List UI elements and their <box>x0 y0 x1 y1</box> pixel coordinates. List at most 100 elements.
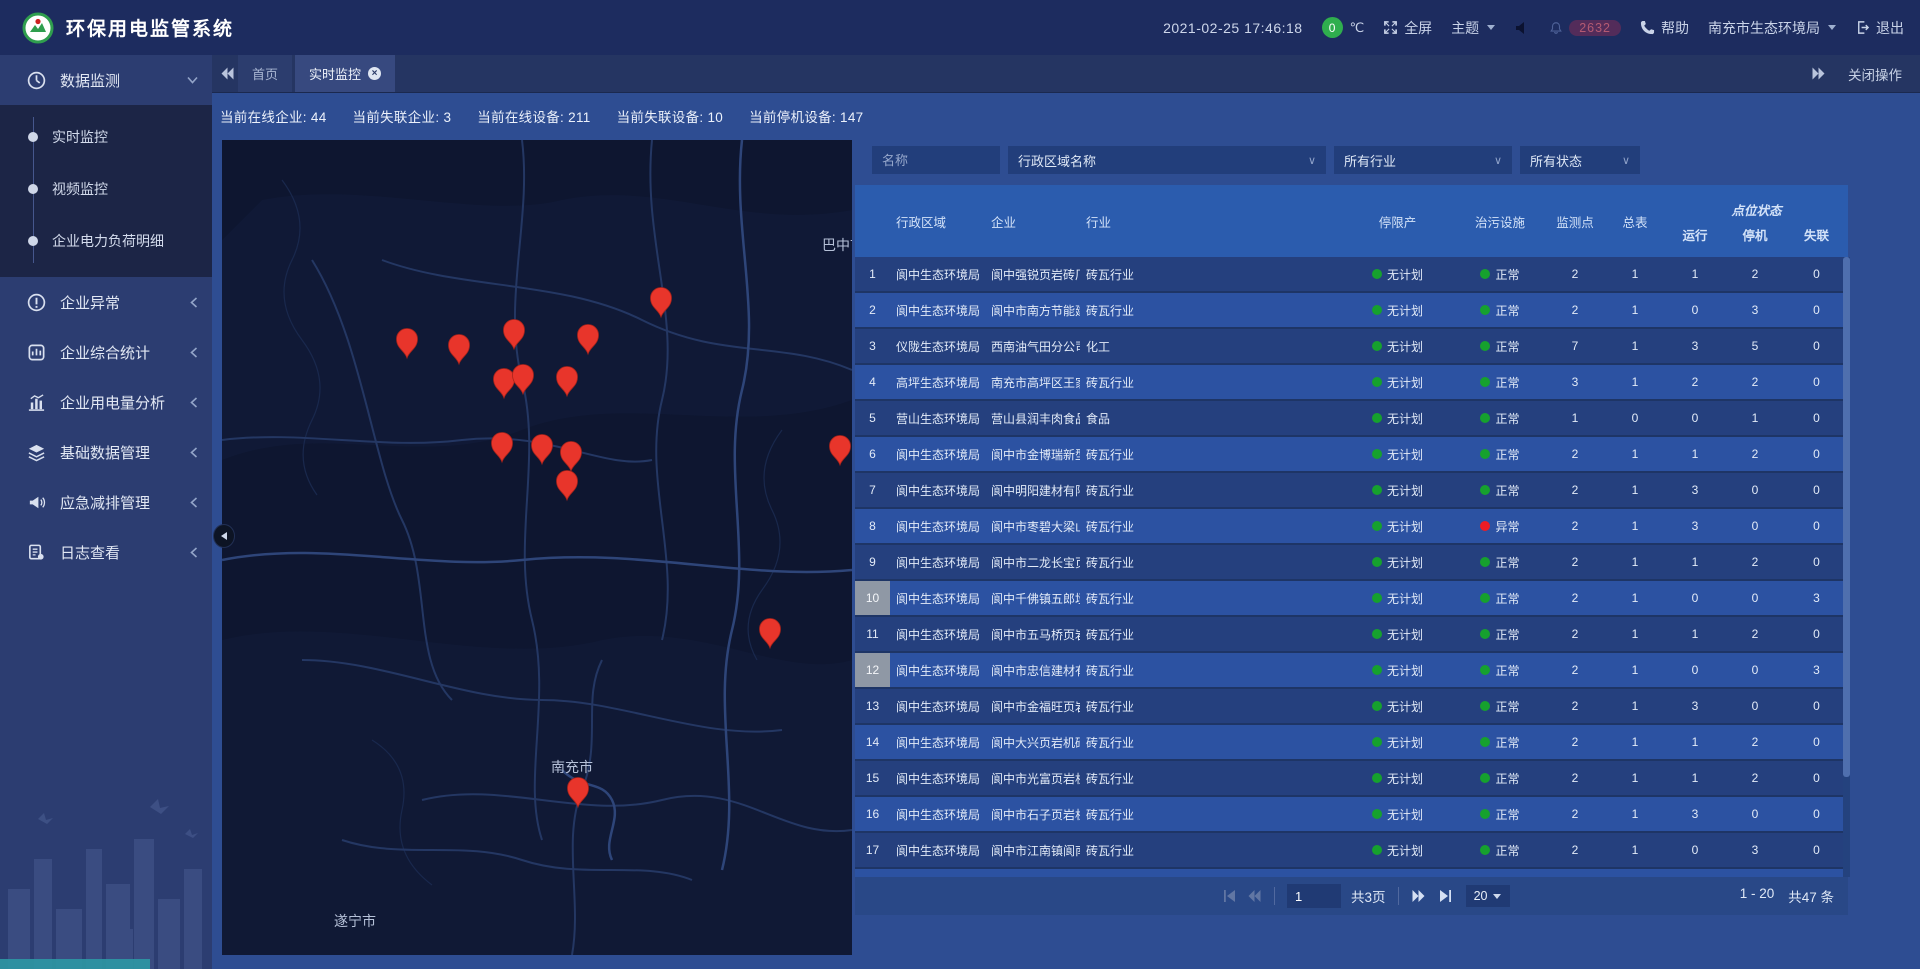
sidebar-item-企业综合统计[interactable]: 企业综合统计 <box>0 327 212 377</box>
sidebar-item-企业异常[interactable]: 企业异常 <box>0 277 212 327</box>
sidebar-subitem-视频监控[interactable]: 视频监控 <box>0 163 212 215</box>
stat-item: 当前在线设备: 211 <box>477 106 590 126</box>
row-lost-cell: 0 <box>1785 689 1848 723</box>
industry-select[interactable]: 所有行业 ∨ <box>1334 146 1512 174</box>
row-monitor-cell: 2 <box>1545 617 1605 651</box>
tab-close-icon[interactable]: × <box>368 67 381 80</box>
row-index-cell[interactable]: 4 <box>855 365 890 399</box>
sidebar-item-企业用电量分析[interactable]: 企业用电量分析 <box>0 377 212 427</box>
table-row[interactable]: 2阆中生态环境局阆中市南方节能建材有砖瓦行业无计划正常21030 <box>855 293 1848 327</box>
row-index-cell[interactable]: 1 <box>855 257 890 291</box>
name-search-input[interactable] <box>872 146 1000 174</box>
table-row[interactable]: 8阆中生态环境局阆中市枣碧大梁山页岩砖瓦行业无计划异常21300 <box>855 509 1848 543</box>
table-row[interactable]: 12阆中生态环境局阆中市忠信建材有限公砖瓦行业无计划正常21003 <box>855 653 1848 687</box>
fullscreen-button[interactable]: 全屏 <box>1383 18 1432 38</box>
fullscreen-icon <box>1383 20 1398 35</box>
table-row[interactable]: 9阆中生态环境局阆中市二龙长宝页岩砖砖瓦行业无计划正常21120 <box>855 545 1848 579</box>
tabs-scroll-left-button[interactable] <box>220 67 235 80</box>
row-index-cell[interactable]: 17 <box>855 833 890 867</box>
filter-row: 行政区域名称 ∨ 所有行业 ∨ 所有状态 ∨ <box>855 146 1850 174</box>
table-row[interactable]: 16阆中生态环境局阆中市石子页岩机砖厂砖瓦行业无计划正常21300 <box>855 797 1848 831</box>
table-row[interactable]: 15阆中生态环境局阆中市光富页岩机砖厂砖瓦行业无计划正常21120 <box>855 761 1848 795</box>
row-company-cell: 阆中市忠信建材有限公 <box>985 653 1080 687</box>
sidebar-item-数据监测[interactable]: 数据监测 <box>0 55 212 105</box>
table-row[interactable]: 1阆中生态环境局阆中强锐页岩砖厂砖瓦行业无计划正常21120 <box>855 257 1848 291</box>
notifications-button[interactable]: 2632 <box>1549 20 1621 36</box>
close-operations-button[interactable]: 关闭操作 <box>1848 64 1902 84</box>
row-facility-cell: 正常 <box>1455 257 1545 291</box>
row-region-cell: 阆中生态环境局 <box>890 545 985 579</box>
table-row[interactable]: 14阆中生态环境局阆中大兴页岩机砖厂砖瓦行业无计划正常21120 <box>855 725 1848 759</box>
row-meter-cell: 1 <box>1605 437 1665 471</box>
tab-首页[interactable]: 首页 <box>238 55 292 92</box>
row-index-cell[interactable]: 3 <box>855 329 890 363</box>
row-index-cell[interactable]: 13 <box>855 689 890 723</box>
row-index-cell[interactable]: 12 <box>855 653 890 687</box>
table-row[interactable]: 13阆中生态环境局阆中市金福旺页岩机砖砖瓦行业无计划正常21300 <box>855 689 1848 723</box>
row-halt-cell: 2 <box>1725 617 1785 651</box>
page-size-select[interactable]: 20 <box>1466 885 1510 907</box>
table-scrollbar-thumb[interactable] <box>1843 257 1850 777</box>
table-row[interactable]: 10阆中生态环境局阆中千佛镇五郎垭页岩砖瓦行业无计划正常21003 <box>855 581 1848 615</box>
megaphone-icon <box>26 492 46 512</box>
status-select[interactable]: 所有状态 ∨ <box>1520 146 1640 174</box>
stat-item: 当前失联设备: 10 <box>617 106 724 126</box>
row-index-cell[interactable]: 16 <box>855 797 890 831</box>
row-index-cell[interactable]: 5 <box>855 401 890 435</box>
table-row[interactable]: 18南部生态环境局南部县砌华山沙石有限公建材加工无计划正常21000 <box>855 869 1848 877</box>
status-text: 无计划 <box>1387 302 1423 319</box>
prev-page-button[interactable] <box>1247 889 1262 903</box>
org-menu-button[interactable]: 南充市生态环境局 <box>1708 18 1836 38</box>
row-index-cell[interactable]: 14 <box>855 725 890 759</box>
row-index-cell[interactable]: 2 <box>855 293 890 327</box>
status-green-dot-icon <box>1480 377 1490 387</box>
table-row[interactable]: 17阆中生态环境局阆中市江南镇阆南页岩砖瓦行业无计划正常21030 <box>855 833 1848 867</box>
sidebar-subitem-企业电力负荷明细[interactable]: 企业电力负荷明细 <box>0 215 212 267</box>
row-index-cell[interactable]: 8 <box>855 509 890 543</box>
status-text: 正常 <box>1495 626 1519 643</box>
row-index-cell[interactable]: 18 <box>855 869 890 877</box>
table-row[interactable]: 6阆中生态环境局阆中市金博瑞新型墙材砖瓦行业无计划正常21120 <box>855 437 1848 471</box>
table-row[interactable]: 11阆中生态环境局阆中市五马桥页岩机砖砖瓦行业无计划正常21120 <box>855 617 1848 651</box>
table-row[interactable]: 7阆中生态环境局阆中明阳建材有限公司砖瓦行业无计划正常21300 <box>855 473 1848 507</box>
row-index-cell[interactable]: 11 <box>855 617 890 651</box>
theme-menu-button[interactable]: 主题 <box>1451 18 1495 38</box>
row-index-cell[interactable]: 6 <box>855 437 890 471</box>
first-page-button[interactable] <box>1223 889 1237 903</box>
row-limit-cell: 无计划 <box>1340 725 1455 759</box>
double-right-icon[interactable] <box>1811 67 1826 80</box>
sidebar-subitem-实时监控[interactable]: 实时监控 <box>0 111 212 163</box>
table-row[interactable]: 3仪陇生态环境局西南油气田分公司川中化工无计划正常71350 <box>855 329 1848 363</box>
next-page-button[interactable] <box>1411 889 1426 903</box>
status-green-dot-icon <box>1480 737 1490 747</box>
row-region-cell: 阆中生态环境局 <box>890 617 985 651</box>
page-number-input[interactable] <box>1287 884 1341 908</box>
row-run-cell: 0 <box>1665 869 1725 877</box>
mute-speaker-button[interactable] <box>1514 20 1530 36</box>
status-green-dot-icon <box>1480 413 1490 423</box>
row-region-cell: 阆中生态环境局 <box>890 761 985 795</box>
sidebar-item-日志查看[interactable]: 日志查看 <box>0 527 212 577</box>
map-collapse-button[interactable] <box>214 525 234 547</box>
status-text: 正常 <box>1495 374 1519 391</box>
tab-实时监控[interactable]: 实时监控× <box>295 55 395 92</box>
row-halt-cell: 0 <box>1725 869 1785 877</box>
row-region-cell: 阆中生态环境局 <box>890 653 985 687</box>
map-panel[interactable]: 巴中市南充市遂宁市 <box>222 140 852 955</box>
last-page-button[interactable] <box>1438 889 1452 903</box>
sidebar-item-应急减排管理[interactable]: 应急减排管理 <box>0 477 212 527</box>
table-row[interactable]: 4高坪生态环境局南充市高坪区王家店建砖瓦行业无计划正常31220 <box>855 365 1848 399</box>
row-monitor-cell: 1 <box>1545 401 1605 435</box>
row-facility-cell: 正常 <box>1455 401 1545 435</box>
table-row[interactable]: 5营山生态环境局营山县润丰肉食品有限食品无计划正常10010 <box>855 401 1848 435</box>
logout-button[interactable]: 退出 <box>1855 18 1904 38</box>
row-index-cell[interactable]: 7 <box>855 473 890 507</box>
region-select[interactable]: 行政区域名称 ∨ <box>1008 146 1326 174</box>
row-region-cell: 阆中生态环境局 <box>890 689 985 723</box>
help-button[interactable]: 帮助 <box>1640 18 1689 38</box>
row-index-cell[interactable]: 9 <box>855 545 890 579</box>
row-index-cell[interactable]: 10 <box>855 581 890 615</box>
row-meter-cell: 1 <box>1605 365 1665 399</box>
row-index-cell[interactable]: 15 <box>855 761 890 795</box>
sidebar-item-基础数据管理[interactable]: 基础数据管理 <box>0 427 212 477</box>
